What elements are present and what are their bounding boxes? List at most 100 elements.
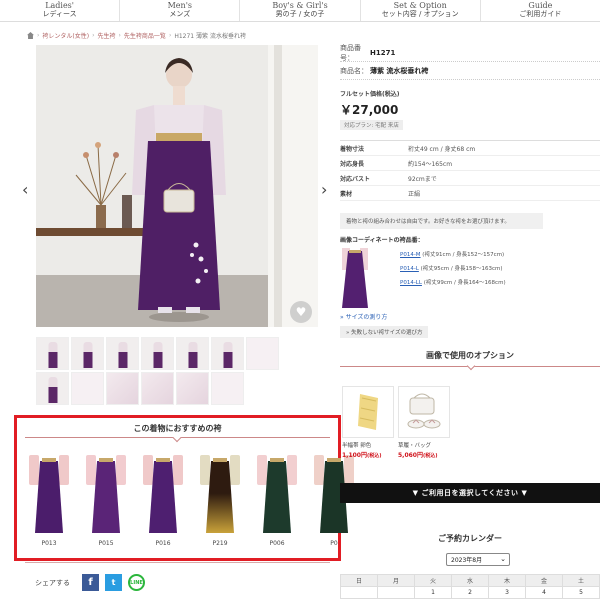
thumbnail[interactable] xyxy=(141,337,174,370)
thumbnail[interactable] xyxy=(141,372,174,405)
hakama-size-link[interactable]: P014-LL xyxy=(400,280,422,286)
month-select-value: 2023年8月 xyxy=(451,557,483,564)
nav-set-option[interactable]: Set & Option セット内容 / オプション xyxy=(361,0,481,21)
breadcrumb-separator: › xyxy=(118,32,121,39)
recommended-hakama-item[interactable]: P013 xyxy=(29,455,69,547)
weekday-header: 月 xyxy=(377,574,415,587)
next-image-arrow[interactable]: › xyxy=(321,180,327,199)
home-icon[interactable] xyxy=(27,32,34,39)
twitter-icon[interactable]: t xyxy=(105,574,122,591)
recommended-hakama-item[interactable]: P016 xyxy=(143,455,183,547)
thumbnail[interactable] xyxy=(106,337,139,370)
hakama-code: P013 xyxy=(41,540,57,547)
thumbnail-strip xyxy=(36,337,286,405)
option-price-tax: (税込) xyxy=(366,453,382,459)
hakama-code: P006 xyxy=(269,540,285,547)
thumbnail[interactable] xyxy=(71,337,104,370)
hakama-size-desc: (袴丈99cm / 身長164〜168cm) xyxy=(423,280,506,286)
top-navigation: Ladies' レディース Men's メンズ Boy's & Girl's 男の子 … xyxy=(0,0,600,22)
size-measure-link[interactable]: » サイズの測り方 xyxy=(340,312,600,321)
thumbnail[interactable] xyxy=(246,337,279,370)
breadcrumb-item[interactable]: 袴レンタル(女性) xyxy=(42,31,89,40)
option-price: 1,100円(税込) xyxy=(342,450,394,459)
breadcrumb-current: H1271 薄紫 流水桜垂れ袴 xyxy=(174,33,246,40)
weekday-header: 土 xyxy=(562,574,600,587)
hakama-size-link[interactable]: P014-L xyxy=(400,266,419,272)
nav-jp-label: ご利用ガイド xyxy=(519,10,562,18)
option-item[interactable]: 草履・バッグ 5,060円(税込) xyxy=(398,386,450,459)
spec-value: 92cmまで xyxy=(408,175,437,183)
spec-key: 素材 xyxy=(340,190,353,198)
prev-image-arrow[interactable]: ‹ xyxy=(22,180,28,199)
month-select[interactable]: 2023年8月 ⌄ xyxy=(446,553,510,566)
breadcrumb-item[interactable]: 先生袴商品一覧 xyxy=(124,31,166,40)
nav-guide[interactable]: Guide ご利用ガイド xyxy=(481,0,600,21)
calendar-day[interactable]: 1 xyxy=(414,586,452,599)
coordinate-link: P014-L (袴丈95cm / 身長158〜163cm) xyxy=(400,264,506,272)
obi-image xyxy=(342,386,394,438)
nav-mens[interactable]: Men's メンズ xyxy=(120,0,241,21)
favorite-button[interactable]: ♥ xyxy=(290,301,312,323)
recommended-hakama-item[interactable]: P219 xyxy=(200,455,240,547)
price-label: フルセット価格(税込) xyxy=(340,91,400,98)
weekday-header: 火 xyxy=(414,574,452,587)
spec-key: 対応バスト xyxy=(340,175,371,183)
nav-en-label: Ladies' xyxy=(45,1,74,10)
calendar-day[interactable]: 3 xyxy=(488,586,526,599)
coordinate-block: P014-M (袴丈91cm / 身長152〜157cm) P014-L (袴丈… xyxy=(340,248,600,308)
coordinate-title: 画像コーディネートの袴品番： xyxy=(340,237,424,244)
product-number-label: 商品番号： xyxy=(340,43,361,62)
product-number-row: 商品番号： H1271 xyxy=(340,44,600,62)
nav-en-label: Boy's & Girl's xyxy=(272,1,328,10)
line-icon[interactable]: LINE xyxy=(128,574,145,591)
calendar-day xyxy=(340,586,378,599)
breadcrumb-item[interactable]: 先生袴 xyxy=(98,31,116,40)
spec-row: 着物寸法 裄丈49 cm / 身丈68 cm xyxy=(340,141,600,156)
calendar-day[interactable]: 5 xyxy=(562,586,600,599)
calendar-day[interactable]: 2 xyxy=(451,586,489,599)
coordinate-hakama-image xyxy=(340,248,370,308)
nav-en-label: Set & Option xyxy=(393,1,447,10)
price: ￥27,000 xyxy=(340,103,399,117)
main-product-photo xyxy=(36,45,318,327)
breadcrumb-separator: › xyxy=(92,32,95,39)
spec-row: 対応バスト 92cmまで xyxy=(340,171,600,186)
facebook-icon[interactable]: f xyxy=(82,574,99,591)
options-title: 画像で使用のオプション xyxy=(426,350,514,360)
select-date-bar[interactable]: ▼ ご利用日を選択してください ▼ xyxy=(340,483,600,503)
spec-key: 対応身長 xyxy=(340,160,365,168)
thumbnail[interactable] xyxy=(71,372,104,405)
hakama-image xyxy=(143,455,183,533)
thumbnail[interactable] xyxy=(106,372,139,405)
option-price: 5,060円(税込) xyxy=(398,450,450,459)
calendar-day xyxy=(377,586,415,599)
thumbnail[interactable] xyxy=(176,372,209,405)
nav-jp-label: 男の子 / 女の子 xyxy=(275,10,325,18)
thumbnail[interactable] xyxy=(211,372,244,405)
hakama-size-desc: (袴丈91cm / 身長152〜157cm) xyxy=(422,252,505,258)
hakama-code: P016 xyxy=(155,540,171,547)
option-price-value: 1,100円 xyxy=(342,452,367,459)
hakama-code: P219 xyxy=(212,540,228,547)
size-guide-button[interactable]: » 失敗しない袴サイズの選び方 xyxy=(340,326,429,338)
recommended-hakama-item[interactable]: P006 xyxy=(257,455,297,547)
thumbnail[interactable] xyxy=(36,372,69,405)
recommended-hakama-item[interactable]: P015 xyxy=(86,455,126,547)
thumbnail[interactable] xyxy=(176,337,209,370)
thumbnail[interactable] xyxy=(211,337,244,370)
spec-value: 裄丈49 cm / 身丈68 cm xyxy=(408,145,476,153)
nav-jp-label: レディース xyxy=(42,10,77,18)
hakama-image xyxy=(200,455,240,533)
divider-notch xyxy=(172,433,182,443)
option-name: 半幅帯 卵色 xyxy=(342,443,372,449)
hakama-size-link[interactable]: P014-M xyxy=(400,252,421,258)
option-item[interactable]: 半幅帯 卵色 1,100円(税込) xyxy=(342,386,394,459)
calendar-day[interactable]: 4 xyxy=(525,586,563,599)
nav-ladies[interactable]: Ladies' レディース xyxy=(0,0,121,21)
coordinate-link: P014-M (袴丈91cm / 身長152〜157cm) xyxy=(400,250,506,258)
nav-kids[interactable]: Boy's & Girl's 男の子 / 女の子 xyxy=(240,0,361,21)
thumbnail[interactable] xyxy=(36,337,69,370)
spec-value: 約154〜165cm xyxy=(408,160,453,168)
weekday-header: 木 xyxy=(488,574,526,587)
coordinate-links: P014-M (袴丈91cm / 身長152〜157cm) P014-L (袴丈… xyxy=(400,250,506,308)
